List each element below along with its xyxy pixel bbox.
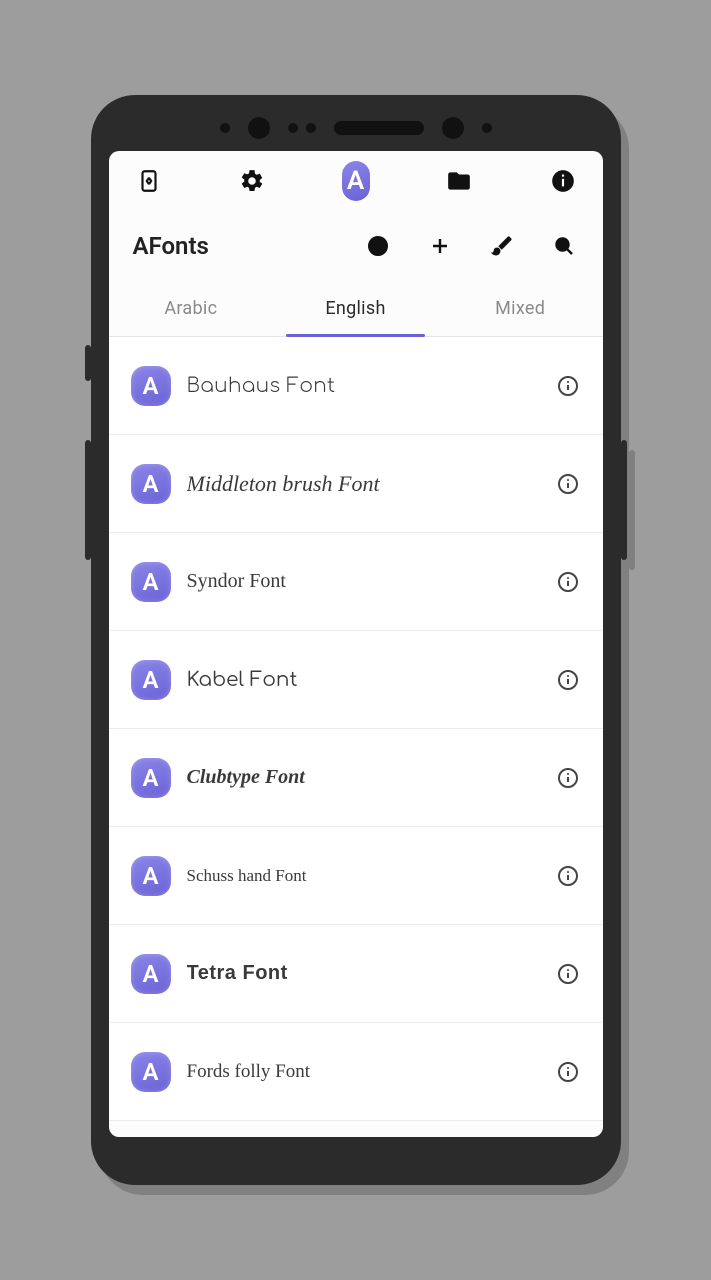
- font-name-label: Schuss hand Font: [187, 866, 539, 886]
- folder-icon[interactable]: [445, 167, 473, 195]
- emoji-button[interactable]: [363, 231, 393, 261]
- font-row[interactable]: A Bauhaus Font: [109, 337, 603, 435]
- info-button[interactable]: [555, 863, 581, 889]
- info-button[interactable]: [555, 1059, 581, 1085]
- font-row[interactable]: A Syndor Font: [109, 533, 603, 631]
- info-button[interactable]: [555, 765, 581, 791]
- device-button: [85, 345, 91, 381]
- font-row[interactable]: A Middleton brush Font: [109, 435, 603, 533]
- font-row[interactable]: A Clubtype Font: [109, 729, 603, 827]
- info-button[interactable]: [555, 373, 581, 399]
- info-button[interactable]: [555, 569, 581, 595]
- top-navbar: A: [109, 151, 603, 211]
- brush-button[interactable]: [487, 231, 517, 261]
- font-name-label: Fords folly Font: [187, 1061, 539, 1083]
- font-app-icon: A: [131, 366, 171, 406]
- tab-mixed[interactable]: Mixed: [438, 281, 603, 336]
- font-name-label: Kabel Font: [187, 668, 539, 691]
- font-row[interactable]: A Kabel Font: [109, 631, 603, 729]
- font-name-label: Clubtype Font: [187, 766, 539, 789]
- font-name-label: Syndor Font: [187, 570, 539, 593]
- font-row[interactable]: A Fords folly Font: [109, 1023, 603, 1121]
- font-app-icon: A: [131, 1052, 171, 1092]
- devmode-icon[interactable]: [135, 167, 163, 195]
- font-row[interactable]: A Tetra Font: [109, 925, 603, 1023]
- font-name-label: Tetra Font: [187, 962, 539, 985]
- font-app-icon: A: [131, 758, 171, 798]
- tab-bar: ArabicEnglishMixed: [109, 281, 603, 337]
- settings-icon[interactable]: [238, 167, 266, 195]
- font-name-label: Bauhaus Font: [187, 374, 539, 397]
- app-logo-icon[interactable]: A: [342, 167, 370, 195]
- font-app-icon: A: [131, 464, 171, 504]
- font-app-icon: A: [131, 954, 171, 994]
- device-sensors: [91, 117, 621, 139]
- device-button: [85, 440, 91, 560]
- font-row[interactable]: A Schuss hand Font: [109, 827, 603, 925]
- title-bar: AFonts: [109, 211, 603, 281]
- font-app-icon: A: [131, 660, 171, 700]
- font-app-icon: A: [131, 856, 171, 896]
- font-app-icon: A: [131, 562, 171, 602]
- screen: A AFonts: [109, 151, 603, 1137]
- info-button[interactable]: [555, 961, 581, 987]
- info-button[interactable]: [555, 667, 581, 693]
- device-button: [621, 440, 627, 560]
- add-button[interactable]: [425, 231, 455, 261]
- page-title: AFonts: [133, 232, 331, 260]
- info-icon[interactable]: [549, 167, 577, 195]
- font-list: A Bauhaus Font A Middleton brush Font A Syndo…: [109, 337, 603, 1137]
- tab-arabic[interactable]: Arabic: [109, 281, 274, 336]
- font-name-label: Middleton brush Font: [187, 471, 539, 497]
- tab-english[interactable]: English: [273, 281, 438, 336]
- info-button[interactable]: [555, 471, 581, 497]
- device-frame: A AFonts: [91, 95, 621, 1185]
- search-button[interactable]: [549, 231, 579, 261]
